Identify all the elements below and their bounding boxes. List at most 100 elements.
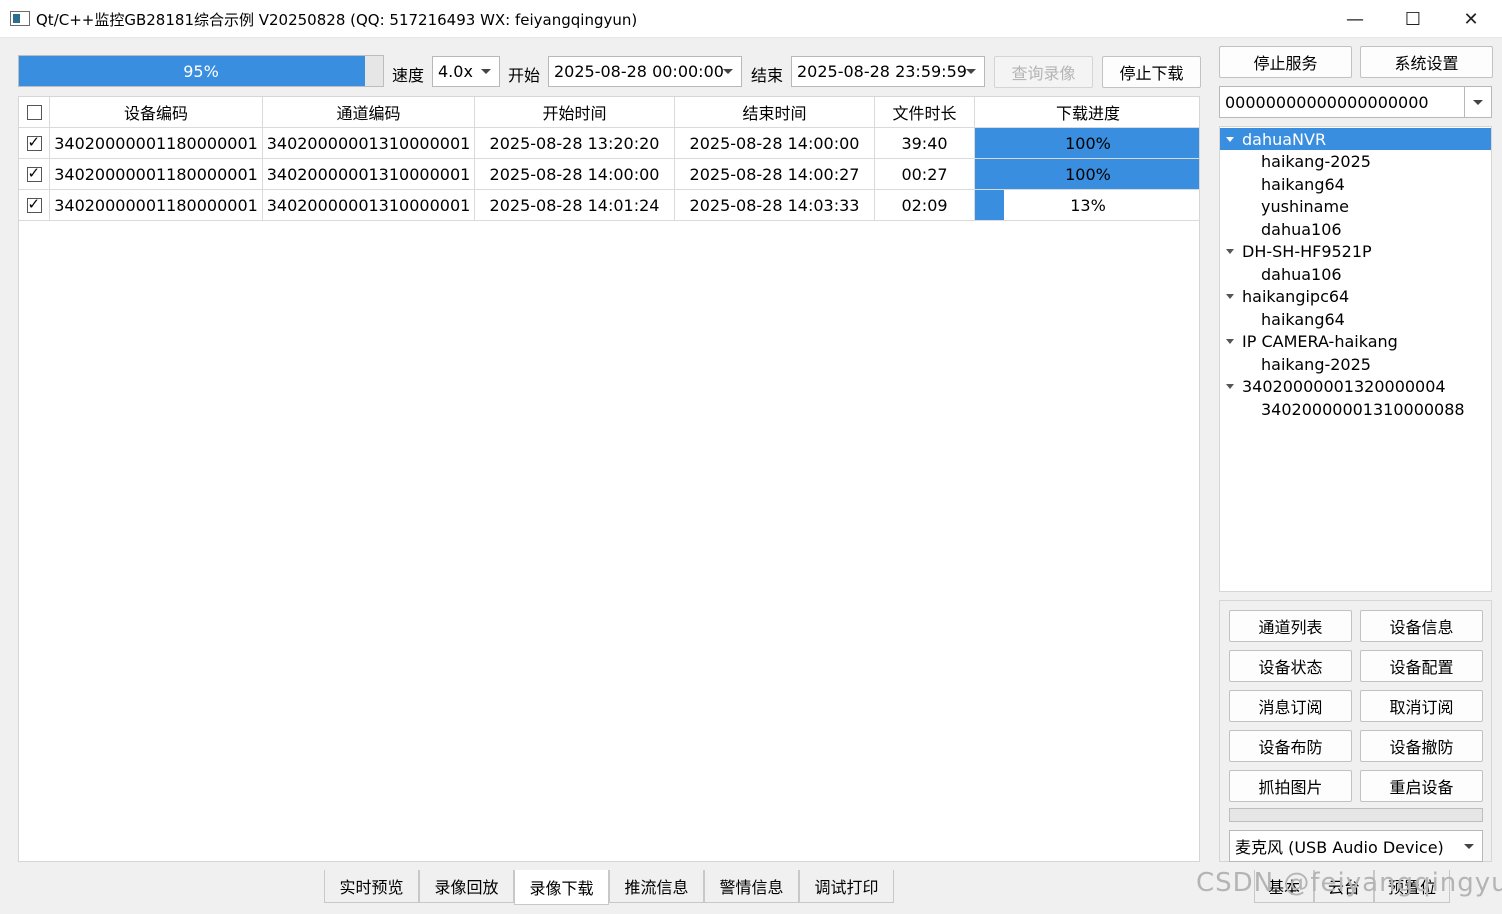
start-datetime-input[interactable]: 2025-08-28 00:00:00 <box>548 56 742 87</box>
tree-node-channel[interactable]: yushiname <box>1220 195 1491 217</box>
tree-node-label: haikang64 <box>1261 309 1345 329</box>
start-time-cell: 2025-08-28 13:20:20 <box>475 128 675 159</box>
device-status-button[interactable]: 设备状态 <box>1229 650 1352 682</box>
tree-node-label: haikang-2025 <box>1261 354 1371 374</box>
query-recordings-button[interactable]: 查询录像 <box>994 56 1093 88</box>
tab-live-preview[interactable]: 实时预览 <box>324 870 419 903</box>
table-row-checkbox-cell[interactable] <box>19 128 50 159</box>
tree-node-channel[interactable]: dahua106 <box>1220 218 1491 240</box>
tree-node-label: haikang64 <box>1261 174 1345 194</box>
channel-code-cell: 34020000001310000001 <box>263 159 475 190</box>
end-label: 结束 <box>751 66 784 85</box>
table-row-checkbox-cell[interactable] <box>19 159 50 190</box>
system-settings-button[interactable]: 系统设置 <box>1360 46 1493 78</box>
column-header-channel-code[interactable]: 通道编码 <box>263 97 475 128</box>
tree-node-label: 34020000001310000088 <box>1261 399 1465 419</box>
tree-node-device[interactable]: 34020000001320000004 <box>1220 375 1491 397</box>
tab-debug-log[interactable]: 调试打印 <box>799 870 894 903</box>
tree-node-channel[interactable]: 34020000001310000088 <box>1220 398 1491 420</box>
audio-device-select[interactable]: 麦克风 (USB Audio Device) <box>1229 830 1483 862</box>
column-header-download-progress[interactable]: 下载进度 <box>975 97 1199 128</box>
device-id-value: 00000000000000000000 <box>1225 92 1429 112</box>
reboot-device-button[interactable]: 重启设备 <box>1360 770 1483 802</box>
column-header-end-time[interactable]: 结束时间 <box>675 97 875 128</box>
stop-download-button[interactable]: 停止下载 <box>1102 56 1201 88</box>
subscribe-messages-button[interactable]: 消息订阅 <box>1229 690 1352 722</box>
row-checkbox[interactable] <box>26 133 42 151</box>
device-id-select[interactable]: 00000000000000000000 <box>1219 86 1492 118</box>
end-time-cell: 2025-08-28 14:03:33 <box>675 190 875 221</box>
tab-stream-info[interactable]: 推流信息 <box>609 870 704 903</box>
csdn-watermark: CSDN @feiyangqingyun <box>1196 868 1502 898</box>
chevron-down-icon <box>958 57 984 86</box>
progress-text: 100% <box>1065 164 1111 184</box>
minimize-button[interactable]: — <box>1326 0 1384 38</box>
tree-node-channel[interactable]: haikang-2025 <box>1220 353 1491 375</box>
device-info-button[interactable]: 设备信息 <box>1360 610 1483 642</box>
speed-select[interactable]: 4.0x <box>432 56 500 87</box>
column-header-start-time[interactable]: 开始时间 <box>475 97 675 128</box>
unsubscribe-button[interactable]: 取消订阅 <box>1360 690 1483 722</box>
device-code-cell: 34020000001180000001 <box>50 190 263 221</box>
tree-node-device[interactable]: haikangipc64 <box>1220 285 1491 307</box>
table-row-checkbox-cell[interactable] <box>19 190 50 221</box>
channel-list-button[interactable]: 通道列表 <box>1229 610 1352 642</box>
tree-node-label: dahuaNVR <box>1242 129 1327 149</box>
device-code-cell: 34020000001180000001 <box>50 159 263 190</box>
disarm-device-button[interactable]: 设备撤防 <box>1360 730 1483 762</box>
expand-arrow-icon[interactable] <box>1226 136 1234 142</box>
header-select-all[interactable] <box>19 97 50 128</box>
select-all-checkbox[interactable] <box>26 104 42 120</box>
arm-device-button[interactable]: 设备布防 <box>1229 730 1352 762</box>
device-config-button[interactable]: 设备配置 <box>1360 650 1483 682</box>
chevron-down-icon <box>1464 87 1491 117</box>
chevron-down-icon <box>715 57 741 86</box>
audio-device-value: 麦克风 (USB Audio Device) <box>1235 838 1444 857</box>
expand-arrow-icon[interactable] <box>1226 248 1234 254</box>
expand-arrow-icon[interactable] <box>1226 338 1234 344</box>
tab-alarm-info[interactable]: 警情信息 <box>704 870 799 903</box>
device-tree[interactable]: dahuaNVR haikang-2025 haikang64 yushinam… <box>1219 126 1492 592</box>
column-header-duration[interactable]: 文件时长 <box>875 97 975 128</box>
progress-cell: 100% <box>975 159 1199 190</box>
close-button[interactable]: ✕ <box>1442 0 1500 38</box>
tree-node-channel[interactable]: haikang-2025 <box>1220 150 1491 172</box>
tab-playback[interactable]: 录像回放 <box>419 870 514 903</box>
duration-cell: 02:09 <box>875 190 975 221</box>
end-datetime-input[interactable]: 2025-08-28 23:59:59 <box>791 56 985 87</box>
chevron-down-icon <box>1456 831 1482 861</box>
tree-node-label: IP CAMERA-haikang <box>1242 331 1398 351</box>
tree-node-label: 34020000001320000004 <box>1242 376 1446 396</box>
duration-cell: 00:27 <box>875 159 975 190</box>
maximize-button[interactable]: ☐ <box>1384 0 1442 38</box>
tree-node-device[interactable]: IP CAMERA-haikang <box>1220 330 1491 352</box>
tree-node-device[interactable]: DH-SH-HF9521P <box>1220 240 1491 262</box>
tree-node-device[interactable]: dahuaNVR <box>1220 128 1491 150</box>
progress-cell: 13% <box>975 190 1199 221</box>
expand-arrow-icon[interactable] <box>1226 383 1234 389</box>
chevron-down-icon <box>473 57 499 86</box>
tree-node-label: dahua106 <box>1261 219 1342 239</box>
end-time-cell: 2025-08-28 14:00:00 <box>675 128 875 159</box>
tree-node-channel[interactable]: haikang64 <box>1220 173 1491 195</box>
snapshot-button[interactable]: 抓拍图片 <box>1229 770 1352 802</box>
expand-arrow-icon[interactable] <box>1226 293 1234 299</box>
overall-download-progress: 95% <box>18 55 384 87</box>
recording-download-table: 设备编码 通道编码 开始时间 结束时间 文件时长 下载进度 3402000000… <box>18 96 1200 862</box>
tree-node-channel[interactable]: dahua106 <box>1220 263 1491 285</box>
start-datetime-value: 2025-08-28 00:00:00 <box>554 62 724 81</box>
tree-node-channel[interactable]: haikang64 <box>1220 308 1491 330</box>
tree-node-label: dahua106 <box>1261 264 1342 284</box>
progress-fill <box>975 190 1005 220</box>
row-checkbox[interactable] <box>26 164 42 182</box>
row-checkbox[interactable] <box>26 195 42 213</box>
start-time-cell: 2025-08-28 14:01:24 <box>475 190 675 221</box>
stop-service-button[interactable]: 停止服务 <box>1219 46 1352 78</box>
tab-recording-download[interactable]: 录像下载 <box>514 870 609 905</box>
tree-node-label: haikang-2025 <box>1261 151 1371 171</box>
tree-node-label: yushiname <box>1261 196 1349 216</box>
end-time-cell: 2025-08-28 14:00:27 <box>675 159 875 190</box>
panel-progress-bar <box>1229 808 1483 822</box>
column-header-device-code[interactable]: 设备编码 <box>50 97 263 128</box>
speed-label: 速度 <box>392 66 425 85</box>
